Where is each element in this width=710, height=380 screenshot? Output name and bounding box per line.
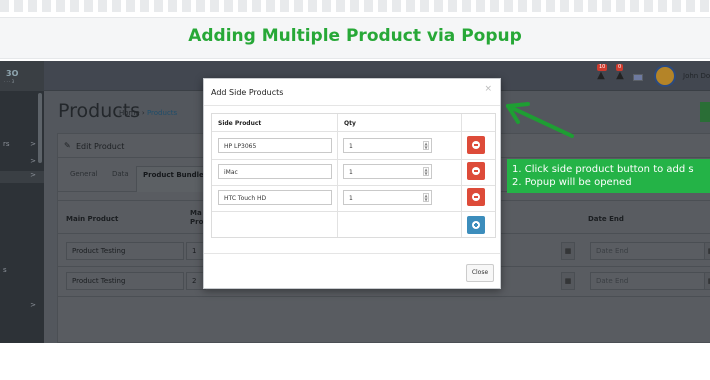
spinner-icon[interactable]: ▲ ▼ bbox=[423, 167, 429, 176]
minus-circle-icon bbox=[472, 167, 480, 175]
close-button[interactable]: Close bbox=[466, 264, 494, 282]
divider bbox=[212, 159, 495, 160]
column-header-qty: Qty bbox=[344, 120, 356, 127]
arrow-icon bbox=[506, 102, 574, 138]
sidebar: 3O · · · 3 rs > > > > s > bbox=[0, 61, 44, 343]
breadcrumb-separator: › bbox=[141, 109, 145, 117]
sidebar-item-active[interactable]: > bbox=[0, 171, 44, 183]
calendar-icon[interactable]: ▦ bbox=[704, 272, 710, 290]
qty-value: 1 bbox=[349, 169, 353, 176]
bell-icon: ▲ bbox=[597, 70, 605, 81]
column-header-date-end: Date End bbox=[588, 215, 624, 223]
add-side-products-modal: Add Side Products × Side Product Qty HP … bbox=[203, 78, 501, 289]
qty-value: 1 bbox=[349, 143, 353, 150]
column-header-max-product: Ma Pro bbox=[190, 209, 204, 226]
divider bbox=[212, 185, 495, 186]
side-product-input[interactable]: HTC Touch HD bbox=[218, 190, 332, 205]
main-product-field[interactable]: Product Testing bbox=[66, 272, 184, 290]
tab-data[interactable]: Data bbox=[112, 170, 129, 178]
save-button[interactable] bbox=[700, 102, 710, 122]
minus-circle-icon bbox=[472, 193, 480, 201]
instruction-line-2: 2. Popup will be opened bbox=[512, 177, 632, 188]
qty-input[interactable]: 1 ▲ ▼ bbox=[343, 138, 432, 153]
minus-circle-icon bbox=[472, 141, 480, 149]
calendar-icon[interactable]: ▦ bbox=[561, 242, 575, 260]
logo: 3O bbox=[6, 69, 19, 78]
pencil-icon: ✎ bbox=[64, 141, 71, 150]
spinner-icon[interactable]: ▲ ▼ bbox=[423, 193, 429, 202]
alert-badge: 0 bbox=[616, 64, 624, 71]
plus-circle-icon bbox=[472, 221, 480, 229]
tab-product-bundle[interactable]: Product Bundle bbox=[136, 166, 211, 192]
breadcrumb: Home › Products bbox=[119, 109, 177, 117]
banner-title: Adding Multiple Product via Popup bbox=[188, 26, 522, 46]
notifications-button[interactable]: 10 ▲ bbox=[595, 64, 608, 82]
flag-icon[interactable] bbox=[633, 74, 643, 81]
logo-subtitle: · · · 3 bbox=[4, 79, 15, 84]
sidebar-header: 3O · · · 3 bbox=[0, 61, 44, 91]
add-row-button[interactable] bbox=[467, 216, 485, 234]
remove-row-button[interactable] bbox=[467, 188, 485, 206]
side-product-input[interactable]: iMac bbox=[218, 164, 332, 179]
sidebar-item-label: s bbox=[3, 266, 7, 274]
column-header-side-product: Side Product bbox=[218, 120, 262, 127]
close-icon[interactable]: × bbox=[484, 84, 492, 94]
remove-row-button[interactable] bbox=[467, 162, 485, 180]
calendar-icon[interactable]: ▦ bbox=[561, 272, 575, 290]
sidebar-item-1[interactable]: rs > bbox=[0, 140, 44, 148]
bell-icon: ▲ bbox=[616, 70, 624, 81]
qty-input[interactable]: 1 ▲ ▼ bbox=[343, 190, 432, 205]
modal-header: Add Side Products × bbox=[204, 79, 500, 106]
bottom-margin bbox=[0, 343, 710, 380]
qty-input[interactable]: 1 ▲ ▼ bbox=[343, 164, 432, 179]
instruction-line-1: 1. Click side product button to add s bbox=[512, 164, 694, 175]
instruction-note: 1. Click side product button to add s 2.… bbox=[507, 159, 710, 193]
breadcrumb-current: Products bbox=[146, 109, 178, 117]
remove-row-button[interactable] bbox=[467, 136, 485, 154]
chevron-right-icon: > bbox=[30, 140, 36, 148]
spinner-icon[interactable]: ▲ ▼ bbox=[423, 141, 429, 150]
divider bbox=[212, 131, 495, 132]
chevron-right-icon: > bbox=[30, 171, 36, 179]
notification-badge: 10 bbox=[597, 64, 608, 71]
tab-general[interactable]: General bbox=[70, 170, 98, 178]
date-end-field[interactable]: Date End bbox=[590, 242, 710, 260]
chevron-right-icon: > bbox=[30, 157, 36, 165]
divider bbox=[337, 114, 338, 237]
sidebar-scrollbar[interactable] bbox=[38, 93, 42, 163]
alerts-button[interactable]: 0 ▲ bbox=[614, 64, 626, 82]
divider bbox=[212, 211, 495, 212]
sidebar-item-5[interactable]: s bbox=[0, 266, 44, 274]
modal-title: Add Side Products bbox=[211, 88, 284, 97]
side-product-input[interactable]: HP LP3065 bbox=[218, 138, 332, 153]
main-product-field[interactable]: Product Testing bbox=[66, 242, 184, 260]
date-end-field[interactable]: Date End bbox=[590, 272, 710, 290]
top-dashed-border bbox=[0, 0, 710, 12]
breadcrumb-home[interactable]: Home bbox=[119, 109, 140, 117]
side-products-table: Side Product Qty HP LP3065 1 ▲ ▼ iMac 1 ▲ ▼ … bbox=[211, 113, 496, 238]
user-name[interactable]: John Doe bbox=[683, 72, 710, 80]
column-header-main-product: Main Product bbox=[66, 215, 119, 223]
avatar[interactable] bbox=[654, 65, 676, 87]
qty-value: 1 bbox=[349, 195, 353, 202]
modal-footer-divider bbox=[204, 253, 500, 254]
sidebar-item-label: rs bbox=[3, 140, 10, 148]
divider bbox=[461, 114, 462, 237]
panel-title: Edit Product bbox=[76, 142, 125, 151]
calendar-icon[interactable]: ▦ bbox=[704, 242, 710, 260]
chevron-right-icon: > bbox=[30, 301, 36, 309]
